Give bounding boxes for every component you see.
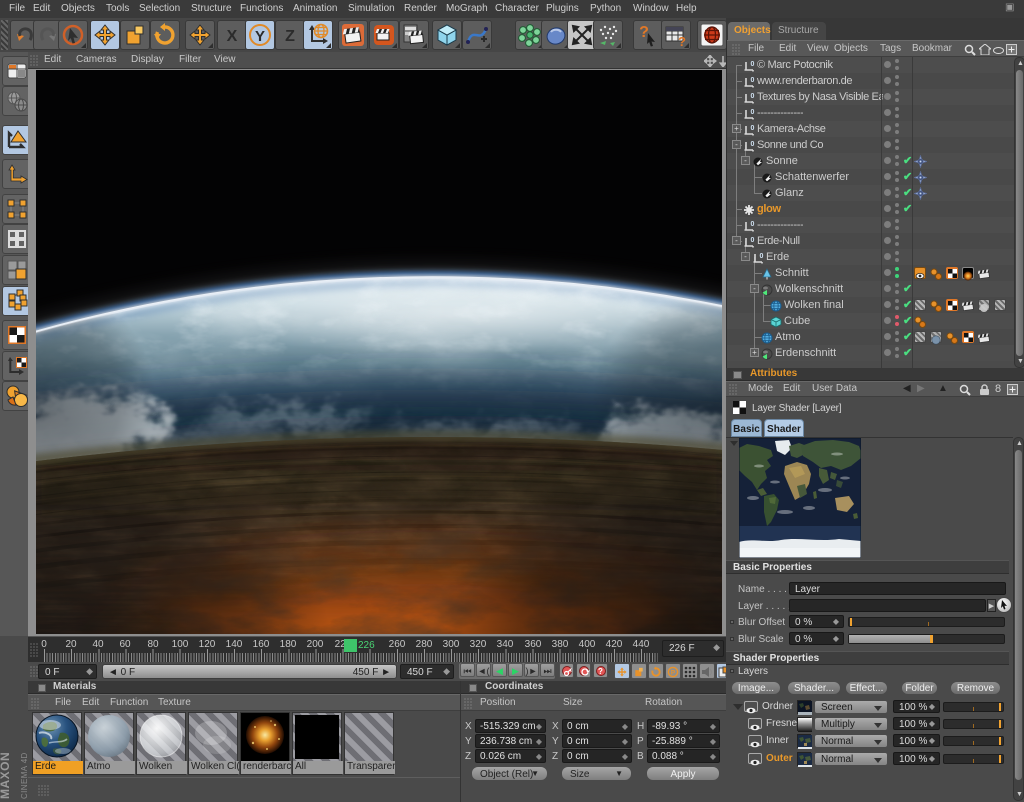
svg-text:0: 0 [751, 93, 755, 100]
svg-text:0: 0 [751, 61, 755, 68]
svg-text:0: 0 [751, 237, 755, 244]
svg-text:0: 0 [751, 125, 755, 132]
svg-text:0: 0 [751, 141, 755, 148]
svg-text:0: 0 [760, 253, 764, 260]
svg-text:0: 0 [751, 77, 755, 84]
svg-text:Z: Z [285, 28, 295, 45]
svg-text:0: 0 [751, 221, 755, 228]
svg-text:P: P [671, 669, 676, 676]
svg-text:X: X [227, 28, 238, 45]
svg-text:Y: Y [255, 28, 265, 45]
svg-text:?: ? [639, 24, 649, 41]
svg-text:0: 0 [751, 109, 755, 116]
